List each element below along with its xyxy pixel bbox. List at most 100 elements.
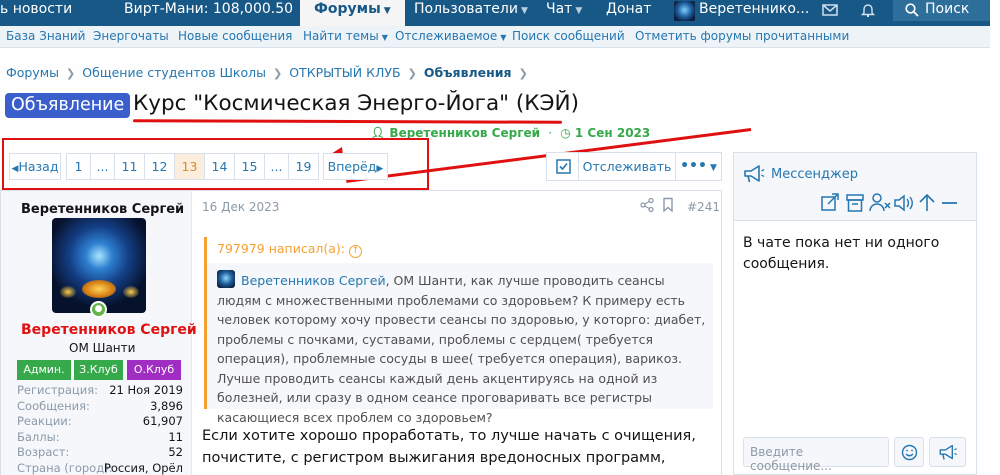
stat-row: Реакции: 61,907 <box>17 414 183 430</box>
sound-icon[interactable] <box>894 194 913 212</box>
user-badge-admin: Админ. <box>17 360 71 380</box>
page-title: Курс "Космическая Энерго-Йога" (КЭЙ) <box>133 91 580 116</box>
user-stats: Регистрация: 21 Ноя 2019 Сообщения: 3,896 … <box>17 383 183 475</box>
prev-page-button[interactable]: ◀Назад <box>9 153 61 180</box>
send-button[interactable] <box>929 437 966 467</box>
messenger-title: Мессенджер <box>771 167 858 182</box>
chevron-down-icon[interactable]: ▼ <box>575 6 582 16</box>
stat-row: Регистрация: 21 Ноя 2019 <box>17 383 183 399</box>
stat-label: Регистрация: <box>17 383 98 397</box>
thread-date[interactable]: 1 Сен 2023 <box>575 126 650 140</box>
next-page-button[interactable]: Вперёд▶ <box>323 153 388 180</box>
nav-tab-users-label: Пользователи <box>414 1 518 17</box>
subnav-find-threads[interactable]: Найти темы ▼ <box>303 29 388 43</box>
post: Веретенников Сергей ● Веретенников Серге… <box>0 190 722 475</box>
subnav-mark-read[interactable]: Отметить форумы прочитанными <box>635 29 849 43</box>
stat-value: 61,907 <box>142 414 183 429</box>
thread-prefix[interactable]: Объявление <box>5 93 131 118</box>
post-username[interactable]: Веретенников Сергей <box>21 322 197 338</box>
breadcrumb-announcements[interactable]: Объявления <box>424 65 512 80</box>
subnav-find-threads-label: Найти темы <box>303 29 379 43</box>
more-options-button[interactable]: ••• ▼ <box>675 152 722 181</box>
subnav-energy-chats[interactable]: Энергочаты <box>93 29 169 43</box>
breadcrumb-students[interactable]: Общение студентов Школы <box>82 65 266 80</box>
message-input[interactable]: Введите сообщение... <box>743 437 889 473</box>
megaphone-icon <box>744 165 765 183</box>
breadcrumb: Форумы ❯ Общение студентов Школы ❯ ОТКРЫТЫЙ … <box>6 65 535 80</box>
account-name[interactable]: Веретеннико... <box>699 0 809 26</box>
avatar-glow <box>60 286 76 298</box>
messenger-toolbar <box>821 193 957 212</box>
page-ellipsis[interactable]: ... <box>265 154 289 179</box>
page-link[interactable]: 1 <box>67 154 91 179</box>
post-number[interactable]: #241 <box>687 200 720 214</box>
stat-row: Баллы: 11 <box>17 430 183 446</box>
breadcrumb-forums[interactable]: Форумы <box>6 65 59 80</box>
subnav-watched-label: Отслеживаемое <box>395 29 498 43</box>
stat-value[interactable]: 3,896 <box>150 399 183 415</box>
stat-label: Страна (город): <box>17 460 113 475</box>
subnav-watched[interactable]: Отслеживаемое ▼ <box>395 29 506 43</box>
bell-icon[interactable] <box>860 3 876 17</box>
mention-avatar[interactable] <box>217 270 235 288</box>
stat-label: Реакции: <box>17 414 72 429</box>
bookmark-icon[interactable] <box>661 197 675 213</box>
nav-tab-donate[interactable]: Донат <box>606 0 651 26</box>
messenger-header: Мессенджер <box>734 153 976 221</box>
smiley-icon <box>901 444 918 461</box>
page-link[interactable]: 14 <box>205 154 235 179</box>
emoji-button[interactable] <box>894 437 924 467</box>
arrow-up-icon[interactable] <box>919 193 935 211</box>
envelope-icon[interactable] <box>822 3 838 17</box>
nav-tab-chat-label: Чат <box>546 1 573 17</box>
nav-tab-virt-money[interactable]: Вирт-Мани: 108,000.50 <box>124 0 293 26</box>
search-button[interactable]: Поиск <box>893 0 990 21</box>
checkbox-icon <box>556 159 571 174</box>
select-checkbox-button[interactable] <box>546 152 579 181</box>
quote-header[interactable]: 797979 написал(а): ↑ <box>207 237 713 263</box>
chevron-down-icon[interactable]: ▼ <box>500 33 506 42</box>
stat-row: Сообщения: 3,896 <box>17 399 183 415</box>
chevron-right-icon: ▶ <box>376 164 384 174</box>
nav-tab-forums-label: Форумы <box>314 1 381 17</box>
quote-body: Веретенников Сергей, ОМ Шанти, как лучше… <box>217 270 707 427</box>
archive-icon[interactable] <box>846 194 864 212</box>
quote-block: 797979 написал(а): ↑ Веретенников Сергей,… <box>204 237 713 425</box>
post-date[interactable]: 16 Дек 2023 <box>202 200 279 214</box>
annotation-underline <box>132 119 563 124</box>
follow-button[interactable]: Отслеживать <box>578 152 676 181</box>
chevron-down-icon[interactable]: ▼ <box>382 33 388 42</box>
user-remove-icon[interactable] <box>869 193 891 212</box>
user-avatar[interactable] <box>52 218 146 313</box>
chevron-right-icon: ❯ <box>518 67 528 80</box>
page-link[interactable]: 15 <box>235 154 265 179</box>
page-current[interactable]: 13 <box>175 154 205 179</box>
chevron-down-icon[interactable]: ▼ <box>521 6 528 16</box>
subnav-search-posts[interactable]: Поиск сообщений <box>512 29 625 43</box>
chevron-down-icon[interactable]: ▼ <box>384 6 391 16</box>
user-title: ОМ Шанти <box>69 341 136 355</box>
search-label: Поиск <box>925 1 970 17</box>
nav-tab-users[interactable]: Пользователи ▼ <box>414 0 528 26</box>
nav-tab-chat[interactable]: Чат ▼ <box>546 0 582 26</box>
subnav-new-posts[interactable]: Новые сообщения <box>178 29 292 43</box>
page-link[interactable]: 12 <box>145 154 175 179</box>
subnav-knowledge-base[interactable]: База Знаний <box>6 29 85 43</box>
stat-label: Возраст: <box>17 445 70 460</box>
account-avatar[interactable] <box>674 1 695 21</box>
quote-mention[interactable]: Веретенников Сергей <box>241 273 386 288</box>
page-link[interactable]: 19 <box>289 154 318 179</box>
page-link[interactable]: 11 <box>115 154 145 179</box>
post-user-column: Веретенников Сергей ● Веретенников Серге… <box>1 191 197 475</box>
breadcrumb-open-club[interactable]: ОТКРЫТЫЙ КЛУБ <box>289 65 400 80</box>
page-ellipsis[interactable]: ... <box>91 154 115 179</box>
nav-tab-forums[interactable]: Форумы ▼ <box>300 0 405 26</box>
prev-page-label: Назад <box>18 159 59 174</box>
arrow-up-icon[interactable]: ↑ <box>348 245 362 258</box>
share-icon[interactable] <box>639 197 655 213</box>
post-username-header[interactable]: Веретенников Сергей <box>21 202 184 217</box>
quote-author[interactable]: 797979 написал(а): <box>217 241 345 256</box>
external-link-icon[interactable] <box>821 193 839 211</box>
avatar-glow <box>82 280 116 298</box>
nav-tab-news[interactable]: ь новости <box>0 0 72 26</box>
